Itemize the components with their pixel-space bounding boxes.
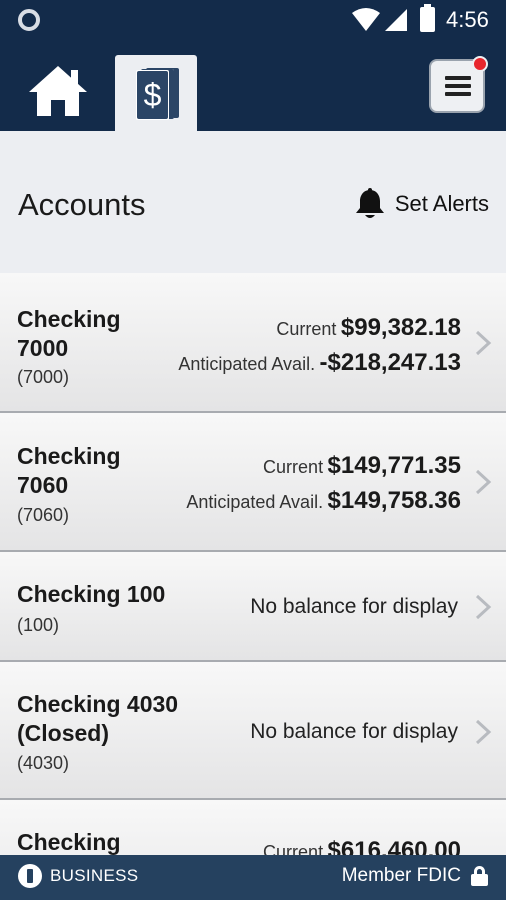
anticipated-balance: Anticipated Avail. -$218,247.13 xyxy=(178,349,461,377)
chevron-right-icon xyxy=(475,719,492,745)
wifi-icon xyxy=(352,8,380,31)
bank-logo-icon xyxy=(18,864,42,888)
hamburger-line xyxy=(445,92,471,96)
current-amount: $149,771.35 xyxy=(327,452,461,479)
lock-body xyxy=(471,874,488,886)
account-name-line2: 7000 xyxy=(17,335,69,361)
chevron-right-icon xyxy=(475,330,492,356)
set-alerts-label: Set Alerts xyxy=(394,191,489,216)
dollar-cards-icon: $ xyxy=(136,68,179,120)
tab-accounts[interactable]: $ xyxy=(115,55,197,131)
footer: BUSINESS Member FDIC xyxy=(0,855,506,900)
account-name: Checking xyxy=(17,306,121,332)
current-label: Current xyxy=(263,842,324,855)
account-number: (7060) xyxy=(17,505,70,525)
bell-icon xyxy=(355,188,384,218)
fdic-notice: Member FDIC xyxy=(342,865,488,887)
signal-icon xyxy=(385,9,407,31)
anticipated-balance: Anticipated Avail. $149,758.36 xyxy=(186,487,461,515)
account-number: (100) xyxy=(17,615,60,635)
anticipated-amount: $149,758.36 xyxy=(327,487,461,514)
account-row[interactable]: Checking 100 (100) No balance for displa… xyxy=(0,552,506,662)
battery-icon xyxy=(420,4,435,32)
current-label: Current xyxy=(263,457,324,477)
page-title: Accounts xyxy=(18,187,146,222)
current-amount: $99,382.18 xyxy=(340,314,461,341)
lock-icon xyxy=(471,866,488,886)
current-balance: Current $616,460.00 xyxy=(263,837,461,855)
home-icon[interactable] xyxy=(27,64,89,118)
current-balance: Current $149,771.35 xyxy=(263,452,461,480)
account-name: Checking 100 xyxy=(17,581,166,607)
svg-text:$: $ xyxy=(144,77,162,113)
top-nav: $ xyxy=(0,40,506,131)
account-number: (4030) xyxy=(17,753,70,773)
menu-button[interactable] xyxy=(429,56,488,113)
current-label: Current xyxy=(276,319,337,339)
accounts-list: Checking 7000 (7000) Current $99,382.18 … xyxy=(0,273,506,855)
set-alerts-button[interactable]: Set Alerts xyxy=(353,187,489,221)
no-balance-text: No balance for display xyxy=(250,720,458,743)
fdic-label: Member FDIC xyxy=(341,865,461,886)
hamburger-line xyxy=(445,84,471,88)
status-bar: 4:56 xyxy=(0,0,506,40)
account-name: Checking xyxy=(17,443,121,469)
account-name-line2: (Closed) xyxy=(17,720,109,746)
account-number: (7000) xyxy=(17,367,70,387)
status-time: 4:56 xyxy=(446,7,489,32)
account-row[interactable]: Checking 7000 (7000) Current $99,382.18 … xyxy=(0,273,506,413)
business-brand[interactable]: BUSINESS xyxy=(18,864,138,888)
chevron-right-icon xyxy=(475,594,492,620)
status-circle-icon xyxy=(18,9,40,31)
notification-dot xyxy=(472,56,488,72)
account-name: Checking 4030 xyxy=(17,691,179,717)
account-row[interactable]: Checking 7060 (7060) Current $149,771.35… xyxy=(0,413,506,552)
current-balance: Current $99,382.18 xyxy=(276,314,461,342)
anticipated-amount: -$218,247.13 xyxy=(319,349,461,376)
anticipated-label: Anticipated Avail. xyxy=(186,492,324,512)
anticipated-label: Anticipated Avail. xyxy=(178,354,316,374)
page-header: Accounts Set Alerts xyxy=(0,131,506,273)
hamburger-menu-icon xyxy=(445,76,471,80)
current-amount: $616,460.00 xyxy=(327,837,461,855)
no-balance-text: No balance for display xyxy=(250,595,458,618)
account-name: Checking xyxy=(17,829,121,855)
account-name-line2: 7060 xyxy=(17,472,69,498)
chevron-right-icon xyxy=(475,469,492,495)
account-row[interactable]: Checking Current $616,460.00 xyxy=(0,800,506,855)
account-row[interactable]: Checking 4030 (Closed) (4030) No balance… xyxy=(0,662,506,800)
brand-label: BUSINESS xyxy=(50,866,139,885)
